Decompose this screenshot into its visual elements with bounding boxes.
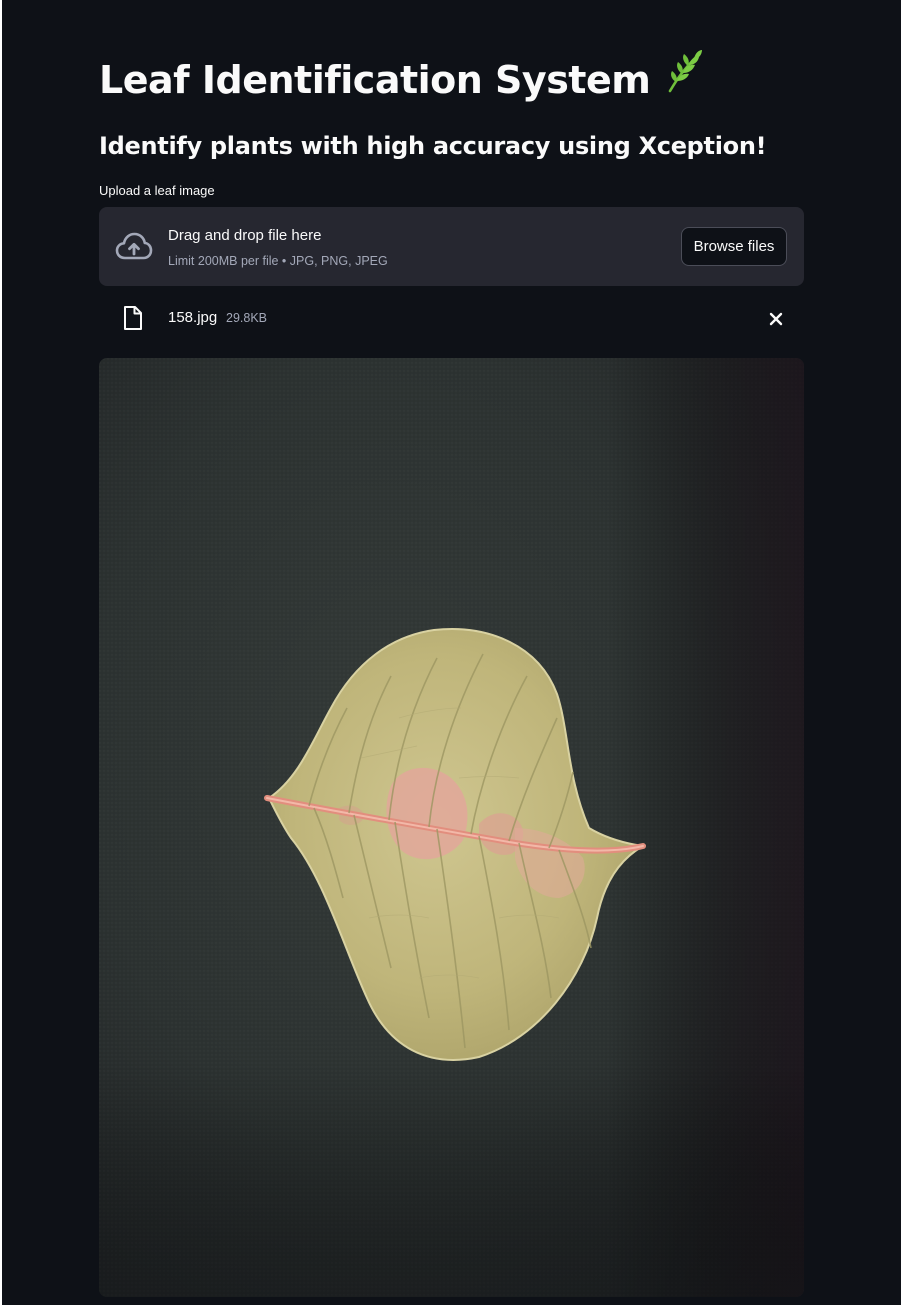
- uploaded-file-name: 158.jpg: [168, 309, 218, 326]
- page-title: Leaf Identification System: [99, 49, 704, 108]
- cloud-upload-icon: [115, 231, 153, 261]
- page-title-text: Leaf Identification System: [99, 58, 651, 102]
- file-icon: [122, 305, 144, 331]
- file-dropzone[interactable]: Drag and drop file here Limit 200MB per …: [99, 207, 804, 286]
- uploaded-file-item: 158.jpg 29.8KB: [99, 298, 804, 338]
- remove-file-button[interactable]: [763, 306, 789, 332]
- close-icon: [763, 312, 789, 335]
- upload-label: Upload a leaf image: [99, 183, 215, 198]
- leaf-photo: [99, 358, 804, 1297]
- uploaded-file-size: 29.8KB: [226, 311, 268, 325]
- app-root: Leaf Identification System Identify plan…: [2, 0, 901, 1305]
- dropzone-limit-text: Limit 200MB per file • JPG, PNG, JPEG: [168, 254, 388, 268]
- uploaded-image-preview: [99, 358, 804, 1297]
- browse-files-button[interactable]: Browse files: [681, 227, 787, 266]
- herb-icon: [664, 49, 704, 108]
- page-subtitle: Identify plants with high accuracy using…: [99, 132, 767, 160]
- dropzone-title: Drag and drop file here: [168, 227, 322, 244]
